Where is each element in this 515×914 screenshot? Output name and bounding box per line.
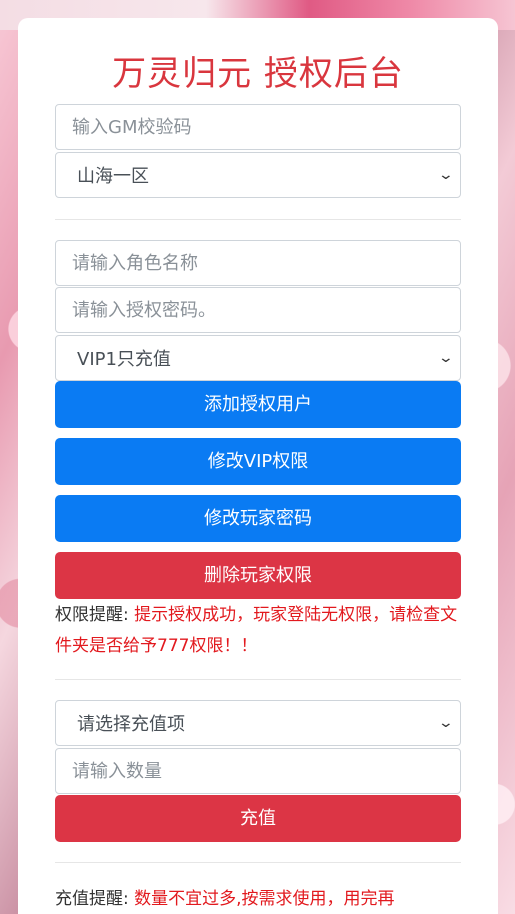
- server-select-value: 山海一区: [77, 166, 149, 187]
- auth-password-input[interactable]: [55, 287, 461, 333]
- delete-permission-button[interactable]: 删除玩家权限: [55, 552, 461, 599]
- page-title: 万灵归元 授权后台: [112, 54, 404, 94]
- recharge-notice: 充值提醒: 数量不宜过多,按需求使用，用完再: [55, 884, 465, 914]
- section-divider: [55, 862, 461, 863]
- recharge-amount-input[interactable]: [55, 748, 461, 794]
- admin-panel-card: 万灵归元 授权后台 山海一区 ⌄ VIP1只充值 ⌄ 添加授权用户 修改VIP权…: [18, 18, 498, 914]
- vip-level-select[interactable]: VIP1只充值 ⌄: [55, 335, 461, 381]
- permission-notice-label: 权限提醒:: [55, 605, 135, 625]
- permission-notice: 权限提醒: 提示授权成功，玩家登陆无权限，请检查文件夹是否给予777权限！！: [55, 600, 465, 662]
- recharge-notice-text: 数量不宜过多,按需求使用，用完再: [134, 889, 395, 909]
- section-divider: [55, 219, 461, 220]
- modify-password-button[interactable]: 修改玩家密码: [55, 495, 461, 542]
- recharge-item-value: 请选择充值项: [77, 714, 185, 735]
- chevron-down-icon: ⌄: [437, 350, 455, 366]
- recharge-button[interactable]: 充值: [55, 795, 461, 842]
- add-auth-user-button[interactable]: 添加授权用户: [55, 381, 461, 428]
- server-select[interactable]: 山海一区 ⌄: [55, 152, 461, 198]
- role-name-input[interactable]: [55, 240, 461, 286]
- recharge-notice-label: 充值提醒:: [55, 889, 135, 909]
- chevron-down-icon: ⌄: [437, 167, 455, 183]
- section-divider: [55, 679, 461, 680]
- modify-vip-button[interactable]: 修改VIP权限: [55, 438, 461, 485]
- vip-level-value: VIP1只充值: [77, 349, 171, 370]
- chevron-down-icon: ⌄: [437, 715, 455, 731]
- recharge-item-select[interactable]: 请选择充值项 ⌄: [55, 700, 461, 746]
- gm-code-input[interactable]: [55, 104, 461, 150]
